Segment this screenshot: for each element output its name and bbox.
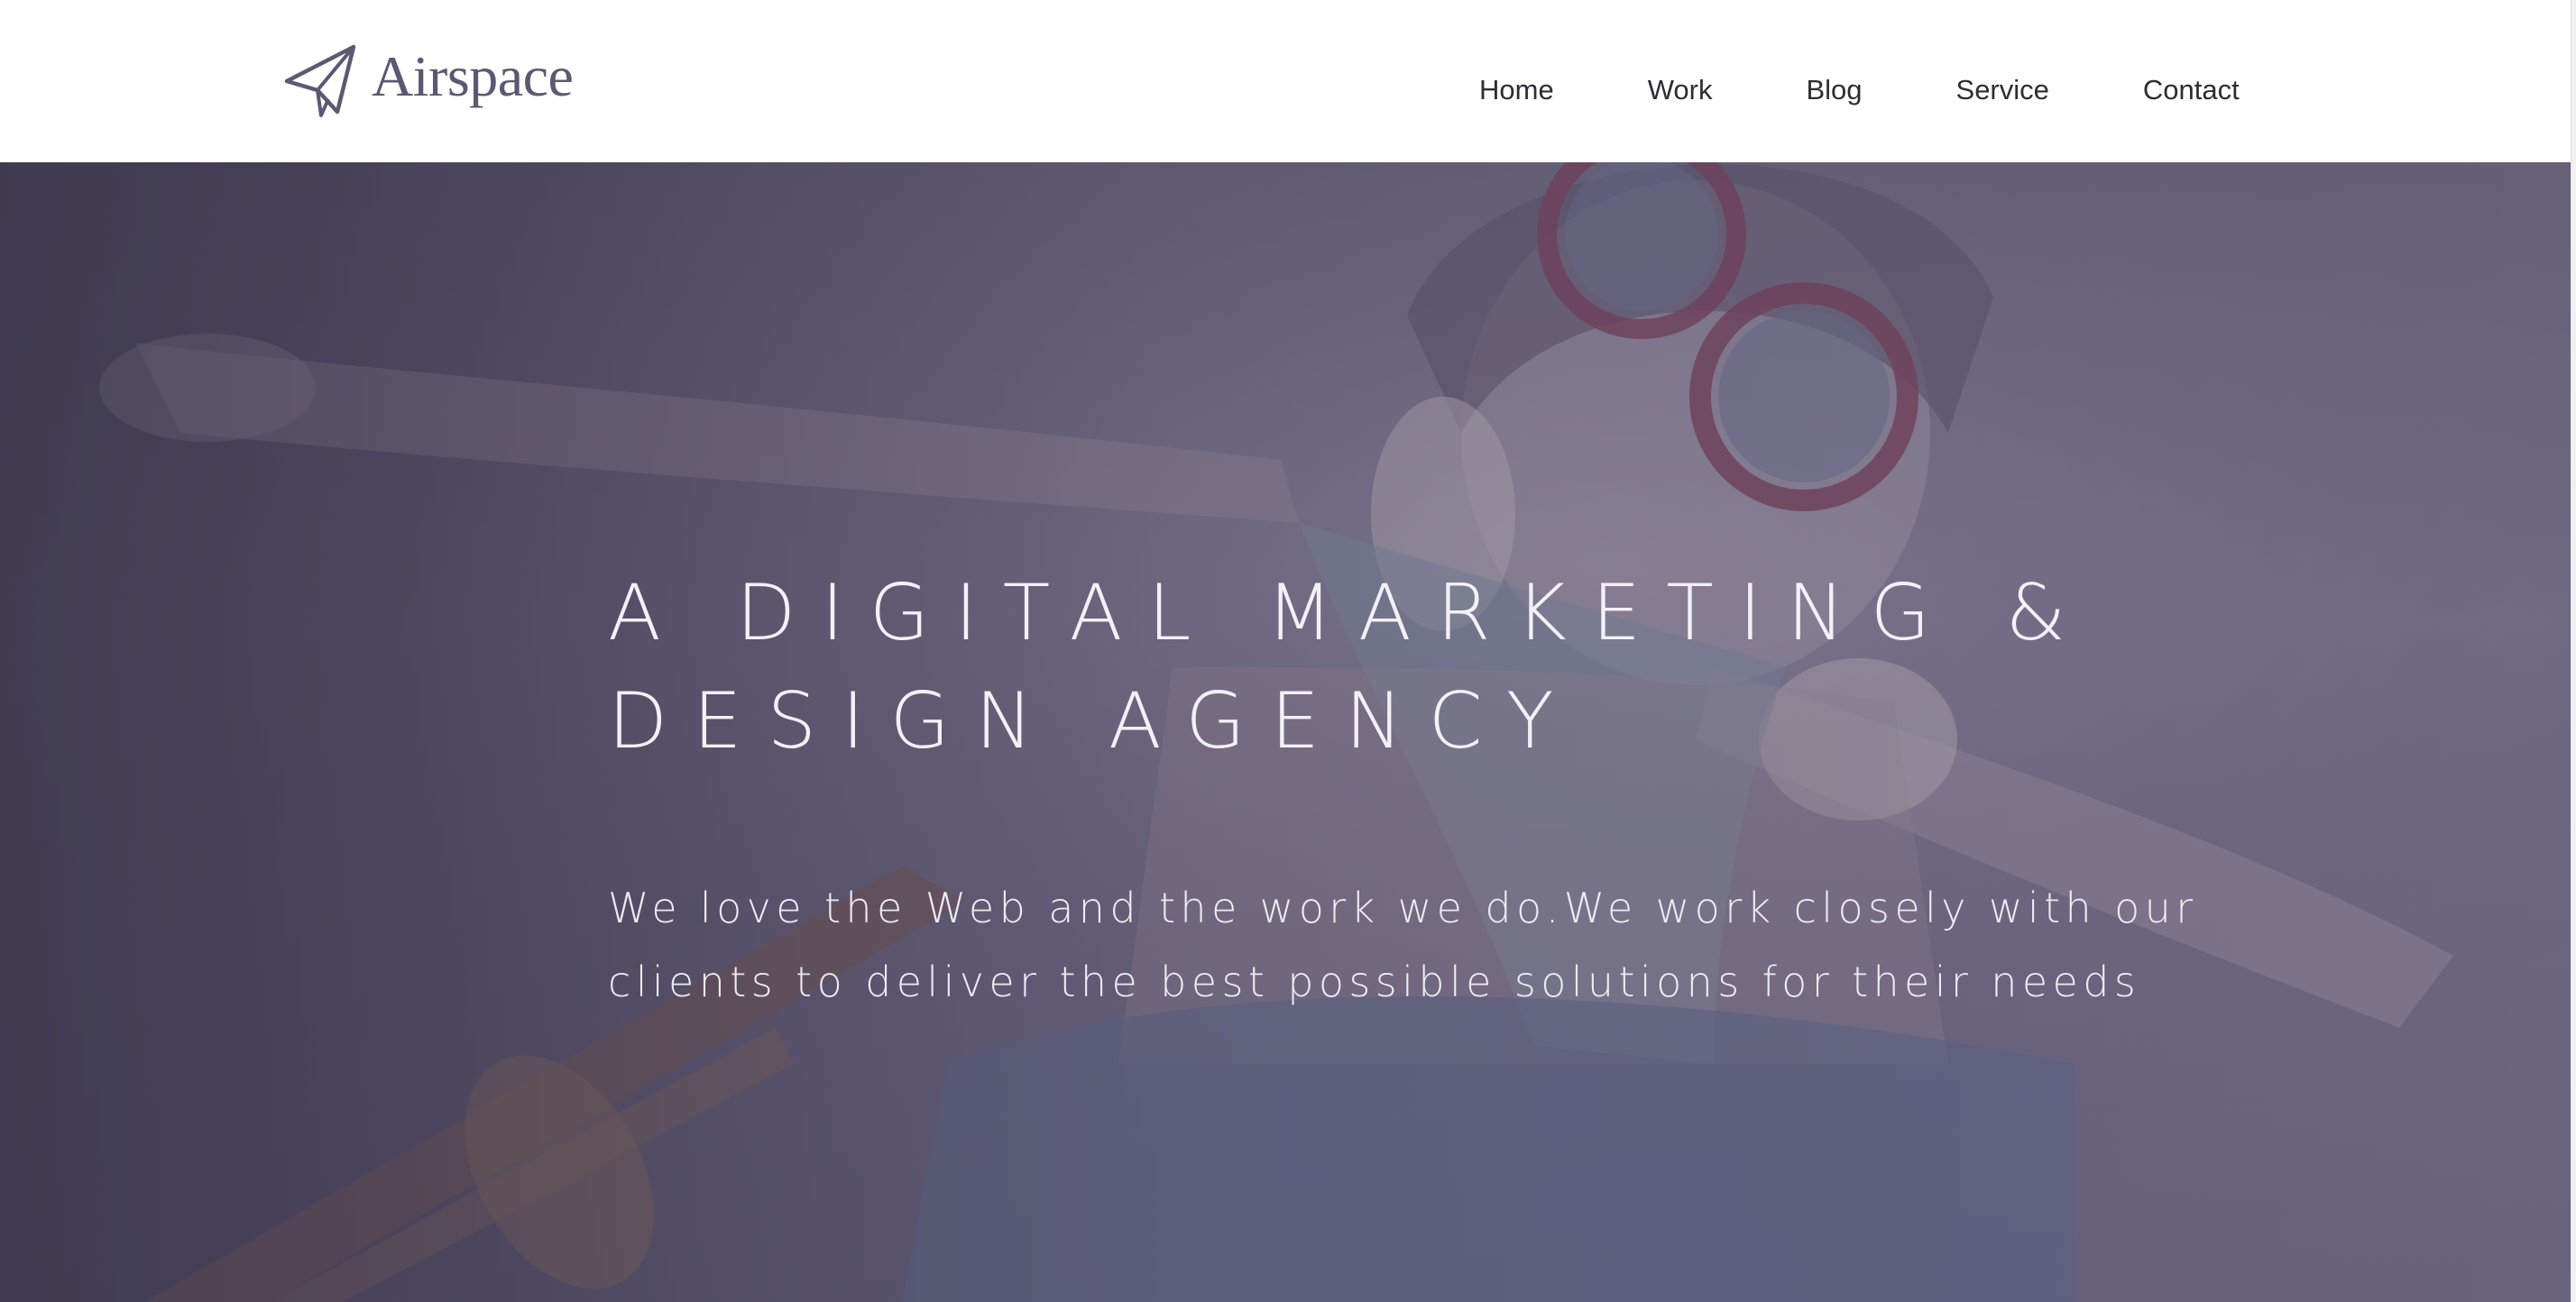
hero-description-line: clients to deliver the best possible sol… — [608, 958, 2141, 1006]
hero-title-line: A DIGITAL MARKETING & — [608, 568, 2092, 658]
nav-item-home[interactable]: Home — [1479, 65, 1554, 115]
nav-item-contact[interactable]: Contact — [2143, 65, 2240, 115]
hero-description: We love the Web and the work we do.We wo… — [608, 871, 2231, 1019]
logo-link[interactable]: Airspace — [281, 40, 574, 121]
hero-title: A DIGITAL MARKETING & DESIGN AGENCY — [608, 559, 2141, 775]
main-nav: Home Work Blog Service Contact — [1479, 65, 2240, 115]
page: Airspace Home Work Blog Service Contact — [0, 0, 2576, 1302]
hero-title-line: DESIGN AGENCY — [608, 676, 1579, 766]
scrollbar[interactable] — [2571, 0, 2576, 1302]
brand-name: Airspace — [372, 44, 574, 108]
nav-item-blog[interactable]: Blog — [1806, 65, 1862, 115]
hero-section: A DIGITAL MARKETING & DESIGN AGENCY We l… — [0, 162, 2571, 1302]
nav-item-service[interactable]: Service — [1956, 65, 2049, 115]
site-header: Airspace Home Work Blog Service Contact — [0, 0, 2571, 162]
hero-description-line: We love the Web and the work we do.We wo… — [608, 884, 2198, 932]
nav-item-work[interactable]: Work — [1648, 65, 1713, 115]
paper-plane-icon — [284, 44, 356, 117]
